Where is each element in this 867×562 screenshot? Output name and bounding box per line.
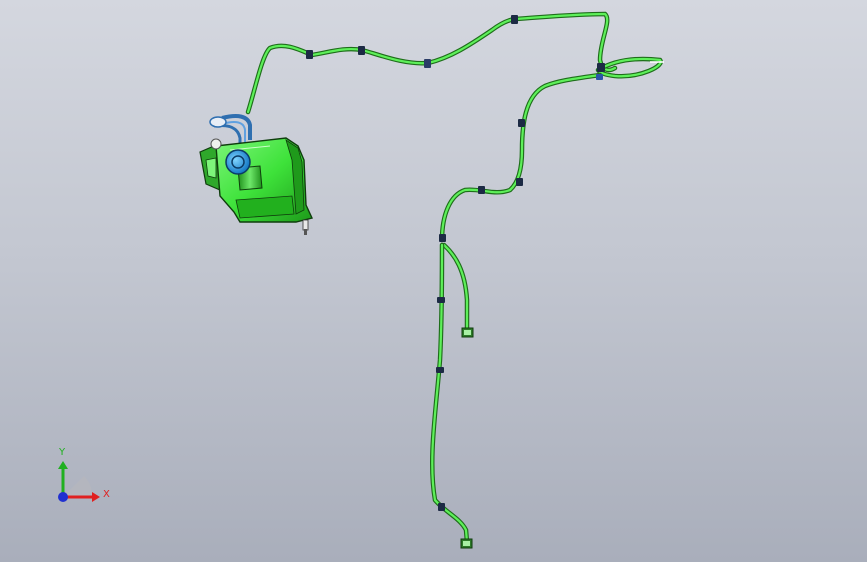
hose-clip[interactable] (596, 74, 603, 80)
hose-clip[interactable] (437, 297, 445, 303)
branch-hose-down[interactable] (430, 242, 470, 545)
hose-assembly[interactable] (245, 11, 664, 549)
hose-clip[interactable] (424, 59, 431, 68)
hose-clip[interactable] (438, 503, 445, 511)
main-hose[interactable] (245, 11, 618, 115)
hose-clip[interactable] (511, 15, 518, 24)
hose-clip[interactable] (439, 234, 446, 242)
filler-cap[interactable] (225, 149, 251, 175)
hose-clip[interactable] (478, 186, 485, 194)
hose-clip[interactable] (358, 46, 365, 55)
hose-connector-bottom[interactable] (460, 538, 473, 549)
model-view[interactable]: X Y (0, 0, 867, 562)
reference-triad: X Y (58, 447, 110, 502)
hose-clip[interactable] (436, 367, 444, 373)
descending-hose[interactable] (439, 72, 603, 243)
hose-clip[interactable] (306, 50, 313, 59)
y-axis-label: Y (58, 447, 66, 458)
hose-clip[interactable] (597, 63, 605, 72)
hose-clip[interactable] (516, 178, 523, 186)
hose-connector-right[interactable] (461, 327, 474, 338)
reservoir-tank[interactable] (199, 114, 313, 235)
hose-clip[interactable] (518, 119, 525, 127)
loop-hose[interactable] (595, 56, 664, 79)
z-axis-origin (58, 492, 68, 502)
branch-hose-right[interactable] (441, 242, 470, 333)
x-axis-label: X (103, 489, 110, 500)
cad-graphics-viewport[interactable]: X Y (0, 0, 867, 562)
drain-fitting[interactable] (302, 219, 309, 235)
